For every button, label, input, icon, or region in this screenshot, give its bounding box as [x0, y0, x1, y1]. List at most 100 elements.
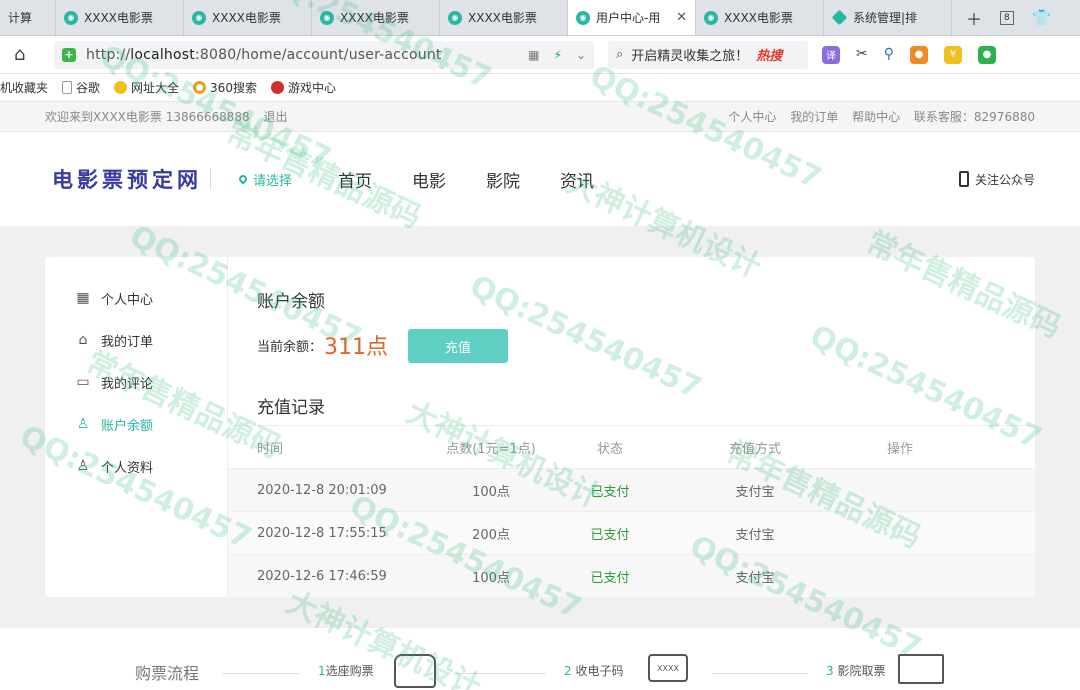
browser-tab-active[interactable]: ◉ 用户中心-用 ✕ [568, 0, 696, 35]
follow-public-account[interactable]: 关注公众号 [958, 171, 1035, 188]
browser-tab[interactable]: ◉ XXXX电影票 [440, 0, 568, 35]
search-placeholder: 开启精灵收集之旅！ [631, 49, 749, 64]
bookmark-label: 游戏中心 [287, 81, 336, 95]
tab-title: XXXX电影票 [212, 11, 281, 25]
wallet-icon: ♙ [76, 416, 90, 432]
site-favicon-icon: ◉ [704, 10, 718, 25]
url-input[interactable]: + http://localhost:8080/home/account/use… [54, 40, 594, 69]
bookmark-item[interactable]: 游戏中心 [270, 79, 336, 96]
bookmark-item[interactable]: 谷歌 [62, 79, 100, 96]
balance-row: 当前余额： 311点 [257, 329, 388, 361]
customer-service-text: 联系客服：82976880 [913, 110, 1035, 124]
chevron-down-icon[interactable]: ⌄ [576, 48, 586, 62]
comment-icon: ▭ [76, 374, 90, 390]
browser-tab[interactable]: 计算 [0, 0, 56, 35]
recharge-records-table: 时间 点数(1元=1点) 状态 充值方式 操作 2020-12-8 20:01:… [228, 425, 1035, 597]
translate-icon[interactable]: 译 [822, 45, 840, 64]
sidebar-item-comments[interactable]: ▭ 我的评论 [45, 361, 227, 403]
table-row: 2020-12-8 17:55:15 200点 已支付 支付宝 [228, 511, 1035, 554]
browser-tab[interactable]: 系统管理|排 [824, 0, 952, 35]
site-favicon-icon: ◉ [320, 10, 334, 25]
flow-divider [222, 673, 300, 674]
cell-status: 已支付 [590, 570, 630, 586]
browser-tab[interactable]: ◉ XXXX电影票 [312, 0, 440, 35]
bookmark-item[interactable]: 360搜索 [193, 79, 257, 96]
column-header: 状态 [596, 441, 623, 457]
follow-label: 关注公众号 [974, 172, 1035, 187]
cell-points: 100点 [472, 484, 510, 500]
coin-icon[interactable]: ¥ [944, 45, 962, 64]
account-content: 账户余额 当前余额： 311点 充值 充值记录 时间 点数(1元=1点) 状态 … [228, 257, 1035, 597]
wechat-icon[interactable]: ● [978, 45, 996, 64]
hot-search-label[interactable]: 热搜 [756, 45, 782, 64]
shirt-icon[interactable]: 👕 [1032, 8, 1052, 27]
sidebar-item-orders[interactable]: ⌂ 我的订单 [45, 319, 227, 361]
flow-step: 1选座购票 [318, 662, 374, 679]
browser-tab[interactable]: ◉ XXXX电影票 [56, 0, 184, 35]
top-link-help[interactable]: 帮助中心 [852, 110, 900, 124]
logout-link[interactable]: 退出 [264, 110, 288, 124]
records-title: 充值记录 [257, 398, 325, 418]
lightning-icon[interactable]: ⚡ [554, 48, 562, 62]
ticket-flow-strip: 购票流程 1选座购票 2 收电子码 XXXX 3 影院取票 [0, 628, 1080, 690]
magnifier-icon[interactable]: ⚲ [884, 46, 894, 64]
site-top-bar: 欢迎来到XXXX电影票 13866668888 退出 个人中心 我的订单 帮助中… [0, 102, 1080, 132]
flow-step-label: 选座购票 [325, 664, 374, 678]
tab-title: XXXX电影票 [84, 11, 153, 25]
account-card: ▦ 个人中心 ⌂ 我的订单 ▭ 我的评论 ♙ 账户余额 ♙ 个人资料 账户余额 … [45, 257, 1035, 597]
game-center-icon [270, 81, 284, 94]
extension-icons: 译 ✂ ⚲ ● ¥ ● [822, 45, 996, 64]
browser-tab-bar: 计算 ◉ XXXX电影票 ◉ XXXX电影票 ◉ XXXX电影票 ◉ XXXX电… [0, 0, 1080, 36]
search-icon: ⌕ [616, 47, 624, 62]
table-header: 时间 点数(1元=1点) 状态 充值方式 操作 [228, 425, 1035, 468]
url-host: localhost [130, 46, 195, 63]
scissors-icon[interactable]: ✂ [856, 46, 868, 64]
new-tab-icon[interactable]: ＋ [966, 6, 982, 30]
home-icon[interactable]: ⌂ [14, 44, 48, 65]
city-selector[interactable]: 请选择 [237, 170, 293, 189]
flow-step: 3 影院取票 [826, 662, 885, 679]
nav-home[interactable]: 首页 [338, 167, 372, 192]
url-path: :8080/home/account/user-account [194, 46, 442, 63]
browser-tab[interactable]: ◉ XXXX电影票 [696, 0, 824, 35]
recharge-button[interactable]: 充值 [408, 329, 508, 363]
bookmark-item[interactable]: 机收藏夹 [0, 79, 48, 96]
browser-search-box[interactable]: ⌕ 开启精灵收集之旅！ 热搜 [608, 40, 808, 69]
flow-step-number: 2 [564, 664, 572, 678]
tab-title: 用户中心-用 [596, 11, 661, 25]
table-row: 2020-12-6 17:46:59 100点 已支付 支付宝 [228, 554, 1035, 597]
site-logo[interactable]: 电影票预定网 [52, 164, 202, 194]
sidebar-item-user-center[interactable]: ▦ 个人中心 [45, 277, 227, 319]
tab-title: XXXX电影票 [468, 11, 537, 25]
browser-tab[interactable]: ◉ XXXX电影票 [184, 0, 312, 35]
nav-cinemas[interactable]: 影院 [486, 167, 520, 192]
cell-status: 已支付 [590, 484, 630, 500]
message-code-icon: XXXX [648, 654, 688, 682]
game-icon[interactable]: ● [910, 45, 928, 64]
site-favicon-icon: ◉ [64, 10, 78, 25]
seat-icon [394, 654, 436, 688]
nav-news[interactable]: 资讯 [560, 167, 594, 192]
bookmark-label: 机收藏夹 [0, 81, 49, 95]
user-icon: ♙ [76, 458, 90, 474]
tab-count-badge[interactable]: 8 [1000, 10, 1014, 25]
tab-controls: ＋ 8 👕 [952, 0, 1052, 35]
search-360-icon [193, 81, 207, 94]
flow-step-label: 影院取票 [837, 664, 886, 678]
nav-movies[interactable]: 电影 [412, 167, 446, 192]
bookmark-item[interactable]: 网址大全 [114, 79, 179, 96]
sidebar-item-balance[interactable]: ♙ 账户余额 [45, 403, 227, 445]
balance-value: 311点 [324, 335, 389, 360]
site-favicon-icon: ◉ [576, 10, 590, 25]
bag-icon: ⌂ [78, 332, 88, 348]
close-tab-icon[interactable]: ✕ [676, 10, 687, 25]
ticket-machine-icon [898, 654, 944, 684]
qr-code-icon[interactable]: ▦ [528, 48, 539, 62]
column-header: 点数(1元=1点) [446, 441, 536, 457]
site-header: 电影票预定网 请选择 首页 电影 影院 资讯 关注公众号 [0, 132, 1080, 226]
city-selector-label: 请选择 [253, 173, 293, 189]
balance-title: 账户余额 [257, 292, 325, 312]
sidebar-item-profile[interactable]: ♙ 个人资料 [45, 445, 227, 487]
top-link-user-center[interactable]: 个人中心 [728, 110, 776, 124]
top-link-orders[interactable]: 我的订单 [790, 110, 838, 124]
